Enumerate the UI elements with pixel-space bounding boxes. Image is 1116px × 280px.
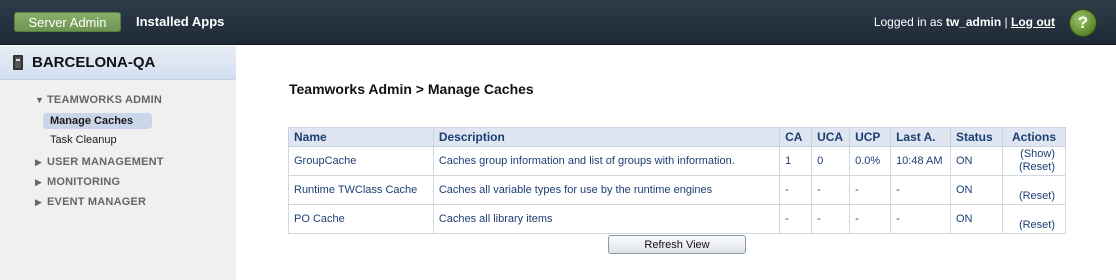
cache-ca: 1 — [779, 146, 813, 176]
cache-name: PO Cache — [288, 204, 434, 234]
caches-table: Name Description CA UCA UCP Last A. Stat… — [288, 127, 1067, 234]
refresh-view-button[interactable]: Refresh View — [608, 235, 746, 254]
cache-ucp: 0.0% — [849, 146, 892, 176]
page-title: Teamworks Admin > Manage Caches — [289, 81, 534, 97]
table-row: Runtime TWClass Cache Caches all variabl… — [288, 175, 1067, 205]
collapsed-arrow-icon: ▶ — [35, 177, 43, 187]
section-label: TEAMWORKS ADMIN — [47, 94, 163, 106]
section-label: EVENT MANAGER — [47, 196, 147, 208]
table-row: GroupCache Caches group information and … — [288, 146, 1067, 176]
section-label: MONITORING — [47, 176, 121, 188]
cache-uca: - — [811, 204, 851, 234]
sidebar-section-user-management[interactable]: ▶ USER MANAGEMENT — [35, 156, 164, 168]
column-header-status[interactable]: Status — [950, 127, 1003, 147]
top-bar: Server Admin Installed Apps Logged in as… — [0, 0, 1116, 45]
cache-description: Caches all library items — [432, 204, 781, 234]
show-link[interactable]: (Show) — [1008, 148, 1055, 161]
cache-ca: - — [779, 204, 813, 234]
cache-ca: - — [779, 175, 813, 205]
sidebar-section-monitoring[interactable]: ▶ MONITORING — [35, 176, 120, 188]
cache-actions: (Show) (Reset) — [1001, 146, 1067, 176]
sidebar-item-task-cleanup[interactable]: Task Cleanup — [50, 132, 117, 148]
column-header-name[interactable]: Name — [288, 127, 434, 147]
cache-uca: 0 — [811, 146, 851, 176]
expanded-arrow-icon: ▼ — [35, 95, 45, 105]
sidebar-item-manage-caches[interactable]: Manage Caches — [43, 113, 152, 129]
column-header-description[interactable]: Description — [432, 127, 781, 147]
tab-installed-apps[interactable]: Installed Apps — [136, 12, 224, 32]
reset-link[interactable]: (Reset) — [1008, 190, 1055, 203]
cache-description: Caches all variable types for use by the… — [432, 175, 781, 205]
login-prefix: Logged in as — [873, 15, 946, 29]
collapsed-arrow-icon: ▶ — [35, 197, 43, 207]
cache-last-access: 10:48 AM — [890, 146, 951, 176]
cache-ucp: - — [849, 204, 892, 234]
column-header-ca[interactable]: CA — [779, 127, 813, 147]
username: tw_admin — [945, 15, 1002, 29]
collapsed-arrow-icon: ▶ — [35, 157, 43, 167]
cache-name: GroupCache — [288, 146, 434, 176]
cache-last-access: - — [890, 175, 951, 205]
cache-uca: - — [811, 175, 851, 205]
table-header-row: Name Description CA UCA UCP Last A. Stat… — [288, 127, 1067, 147]
server-header: BARCELONA-QA — [0, 46, 236, 80]
cache-status: ON — [950, 175, 1003, 205]
column-header-uca[interactable]: UCA — [811, 127, 851, 147]
server-name: BARCELONA-QA — [32, 54, 156, 71]
login-status: Logged in as tw_admin | Log out — [874, 15, 1055, 29]
cache-status: ON — [950, 204, 1003, 234]
column-header-ucp[interactable]: UCP — [849, 127, 892, 147]
sidebar-section-teamworks-admin[interactable]: ▼ TEAMWORKS ADMIN — [35, 94, 162, 106]
column-header-actions: Actions — [1001, 127, 1067, 147]
reset-link[interactable]: (Reset) — [1008, 161, 1055, 174]
server-icon — [13, 55, 23, 70]
help-icon[interactable]: ? — [1069, 9, 1097, 37]
sidebar: BARCELONA-QA ▼ TEAMWORKS ADMIN Manage Cac… — [0, 46, 236, 280]
section-label: USER MANAGEMENT — [47, 156, 164, 168]
logout-link[interactable]: Log out — [1011, 15, 1055, 29]
column-header-last-access[interactable]: Last A. — [890, 127, 951, 147]
cache-description: Caches group information and list of gro… — [432, 146, 781, 176]
reset-link[interactable]: (Reset) — [1008, 219, 1055, 232]
cache-actions: (Reset) — [1001, 204, 1067, 234]
cache-ucp: - — [849, 175, 892, 205]
tab-server-admin[interactable]: Server Admin — [14, 12, 121, 32]
sidebar-section-event-manager[interactable]: ▶ EVENT MANAGER — [35, 196, 146, 208]
cache-actions: (Reset) — [1001, 175, 1067, 205]
cache-status: ON — [950, 146, 1003, 176]
login-separator: | — [1001, 15, 1012, 29]
table-row: PO Cache Caches all library items - - - … — [288, 204, 1067, 234]
cache-last-access: - — [890, 204, 951, 234]
cache-name: Runtime TWClass Cache — [288, 175, 434, 205]
